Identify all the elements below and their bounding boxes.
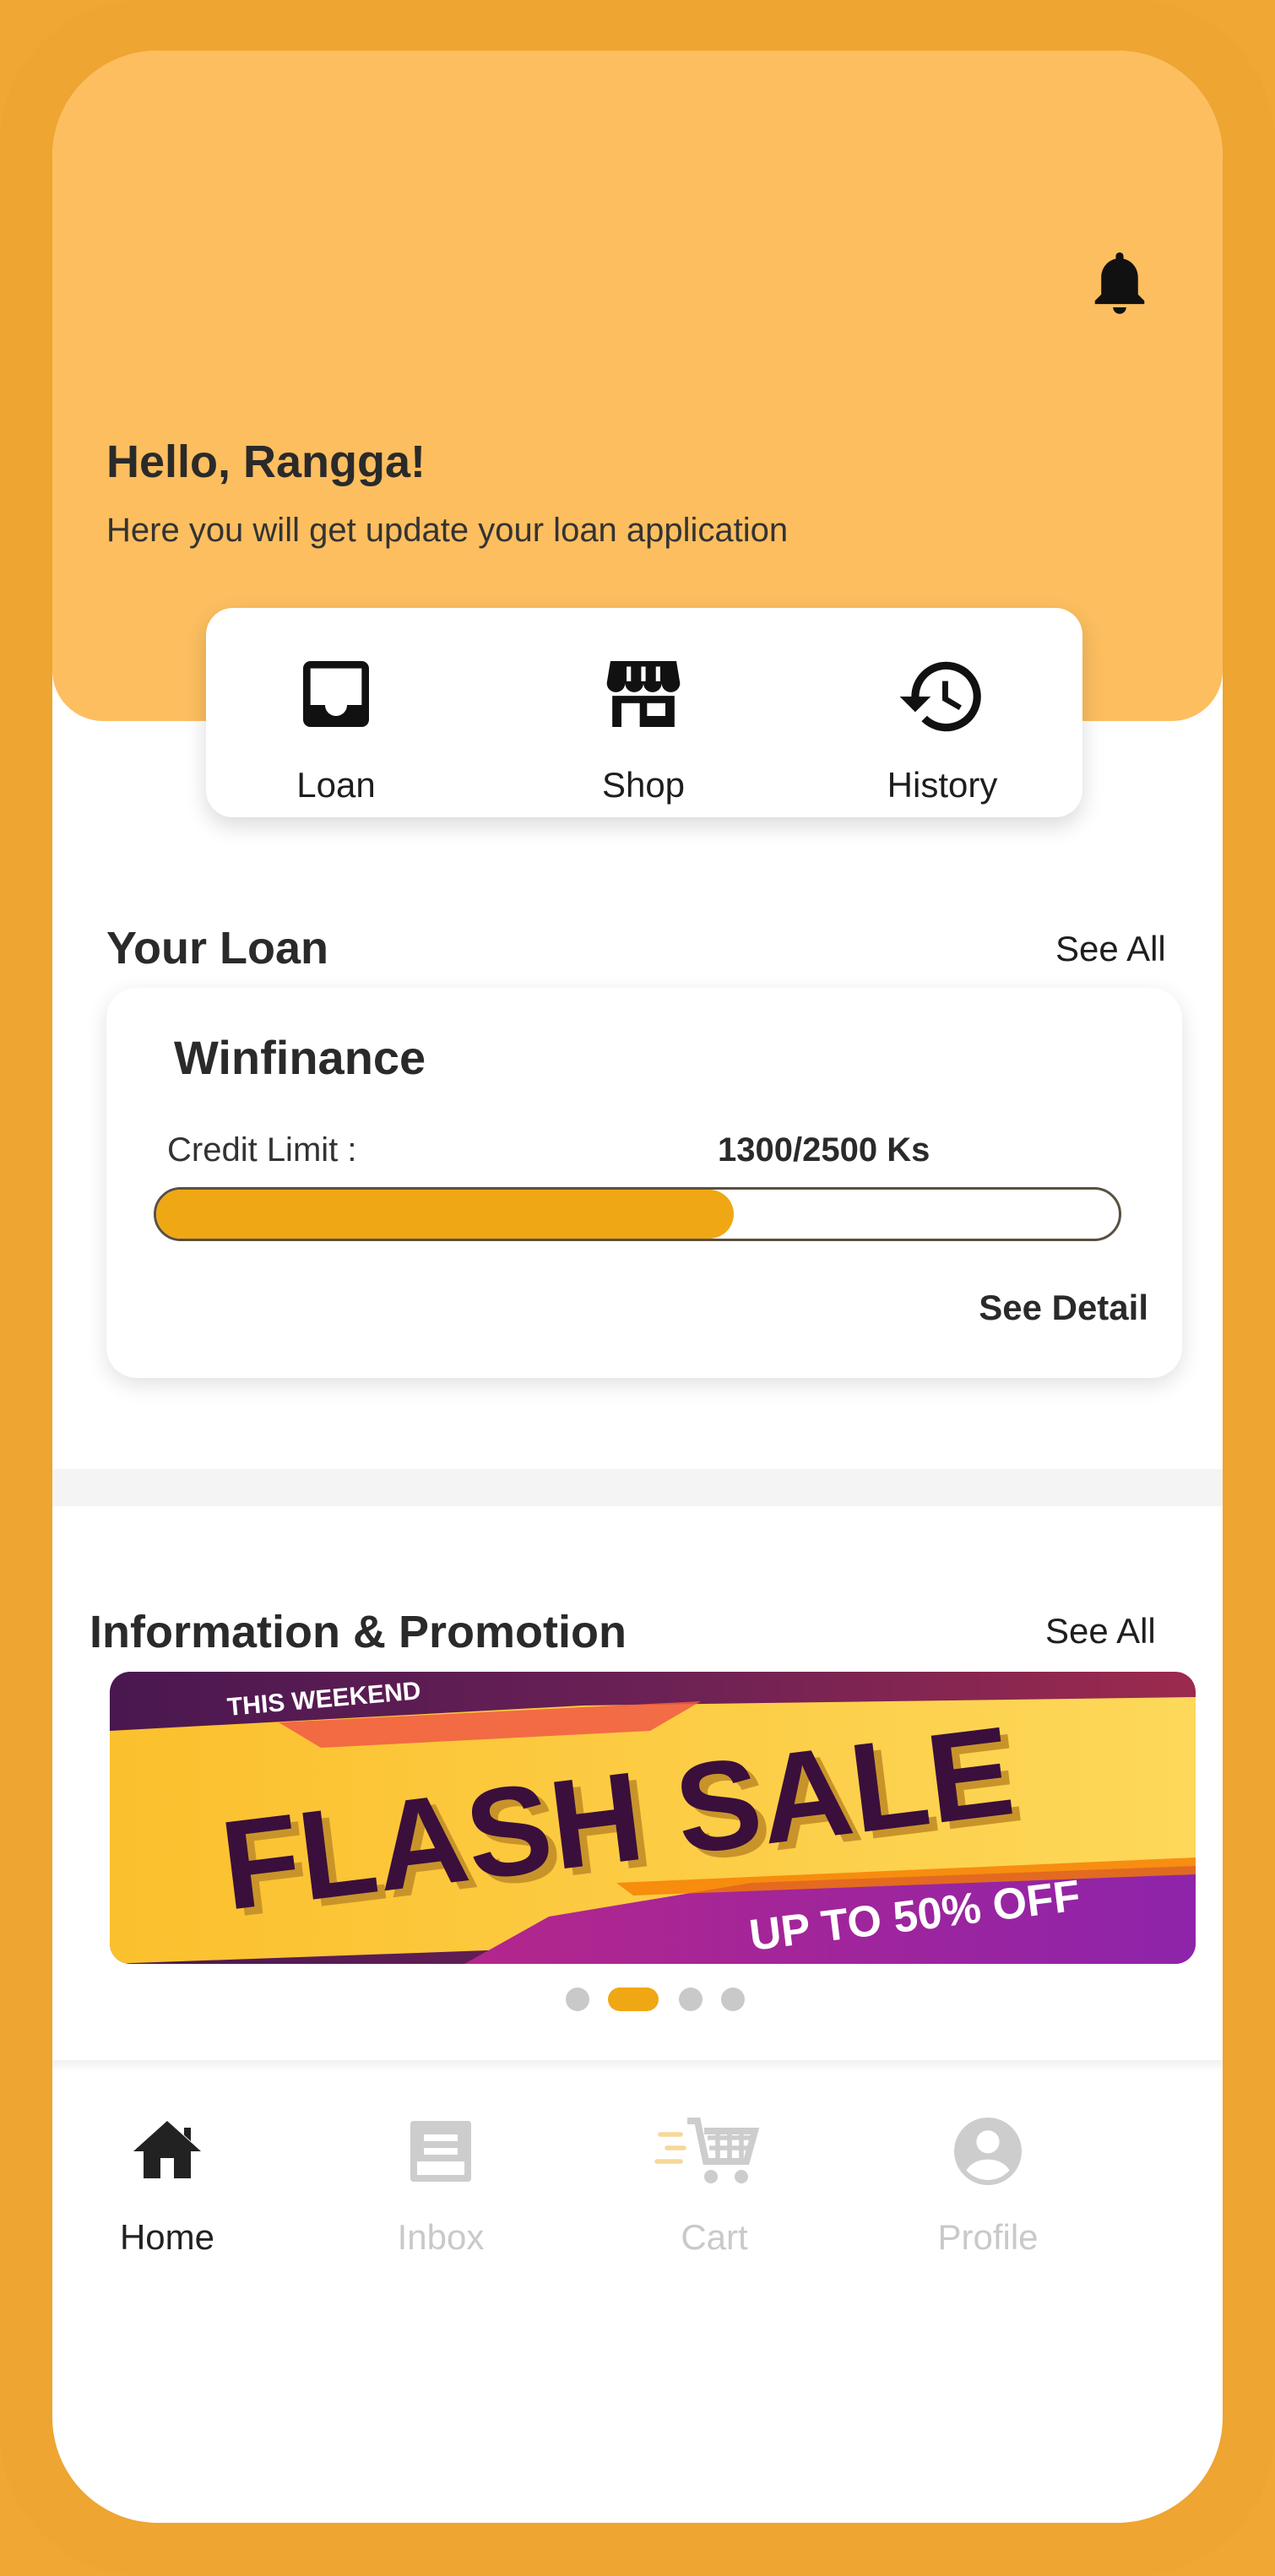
credit-limit-label: Credit Limit :	[167, 1131, 357, 1169]
credit-limit-value: 1300/2500 Ks	[718, 1131, 930, 1169]
loan-provider-name: Winfinance	[174, 1031, 426, 1084]
credit-progress-fill	[156, 1190, 734, 1239]
nav-label: Profile	[937, 2217, 1039, 2257]
carousel-dot[interactable]	[566, 1988, 589, 2011]
quick-action-label: Shop	[601, 765, 686, 805]
storefront-icon	[606, 661, 681, 727]
device-frame: Hello, Rangga! Here you will get update …	[0, 0, 1275, 2576]
quick-action-history[interactable]: History	[841, 608, 1044, 817]
inbox-tray-icon	[303, 661, 369, 727]
banner-carousel-dots	[52, 1981, 1223, 2015]
home-icon	[133, 2121, 201, 2178]
quick-action-loan[interactable]: Loan	[235, 608, 437, 817]
carousel-dot[interactable]	[721, 1988, 745, 2011]
carousel-dot-active[interactable]	[608, 1988, 659, 2011]
your-loan-title: Your Loan	[106, 923, 328, 973]
quick-action-label: History	[887, 765, 998, 805]
bell-icon[interactable]	[1087, 247, 1153, 324]
app-screen: Hello, Rangga! Here you will get update …	[52, 51, 1223, 2523]
nav-label: Inbox	[397, 2217, 485, 2257]
credit-progress-bar	[154, 1187, 1121, 1241]
greeting-subtitle: Here you will get update your loan appli…	[106, 512, 789, 549]
quick-action-shop[interactable]: Shop	[542, 608, 745, 817]
profile-icon	[954, 2118, 1022, 2185]
quick-actions-card: Loan Shop History	[206, 608, 1082, 817]
loan-card[interactable]: Winfinance Credit Limit : 1300/2500 Ks S…	[106, 988, 1182, 1378]
nav-cart[interactable]: Cart	[613, 2111, 816, 2257]
nav-home[interactable]: Home	[66, 2111, 269, 2257]
nav-label: Cart	[681, 2217, 748, 2257]
bottom-nav-shadow	[52, 2060, 1223, 2072]
see-detail-link[interactable]: See Detail	[979, 1288, 1148, 1328]
promotion-section-title: Information & Promotion	[90, 1607, 627, 1657]
promotion-see-all-link[interactable]: See All	[1045, 1611, 1156, 1651]
inbox-icon	[410, 2121, 471, 2182]
carousel-dot[interactable]	[679, 1988, 703, 2011]
greeting-title: Hello, Rangga!	[106, 437, 426, 487]
nav-profile[interactable]: Profile	[887, 2111, 1089, 2257]
quick-action-label: Loan	[296, 765, 376, 805]
history-clock-icon	[899, 661, 981, 732]
section-divider	[52, 1469, 1223, 1506]
nav-inbox[interactable]: Inbox	[339, 2111, 542, 2257]
cart-icon	[654, 2118, 760, 2183]
your-loan-see-all-link[interactable]: See All	[1055, 929, 1166, 969]
banner-artwork: THIS WEEKEND FLASH SALE FLASH SALE UP TO…	[110, 1672, 1196, 1964]
nav-label: Home	[119, 2217, 215, 2257]
flash-sale-banner[interactable]: THIS WEEKEND FLASH SALE FLASH SALE UP TO…	[110, 1672, 1196, 1964]
